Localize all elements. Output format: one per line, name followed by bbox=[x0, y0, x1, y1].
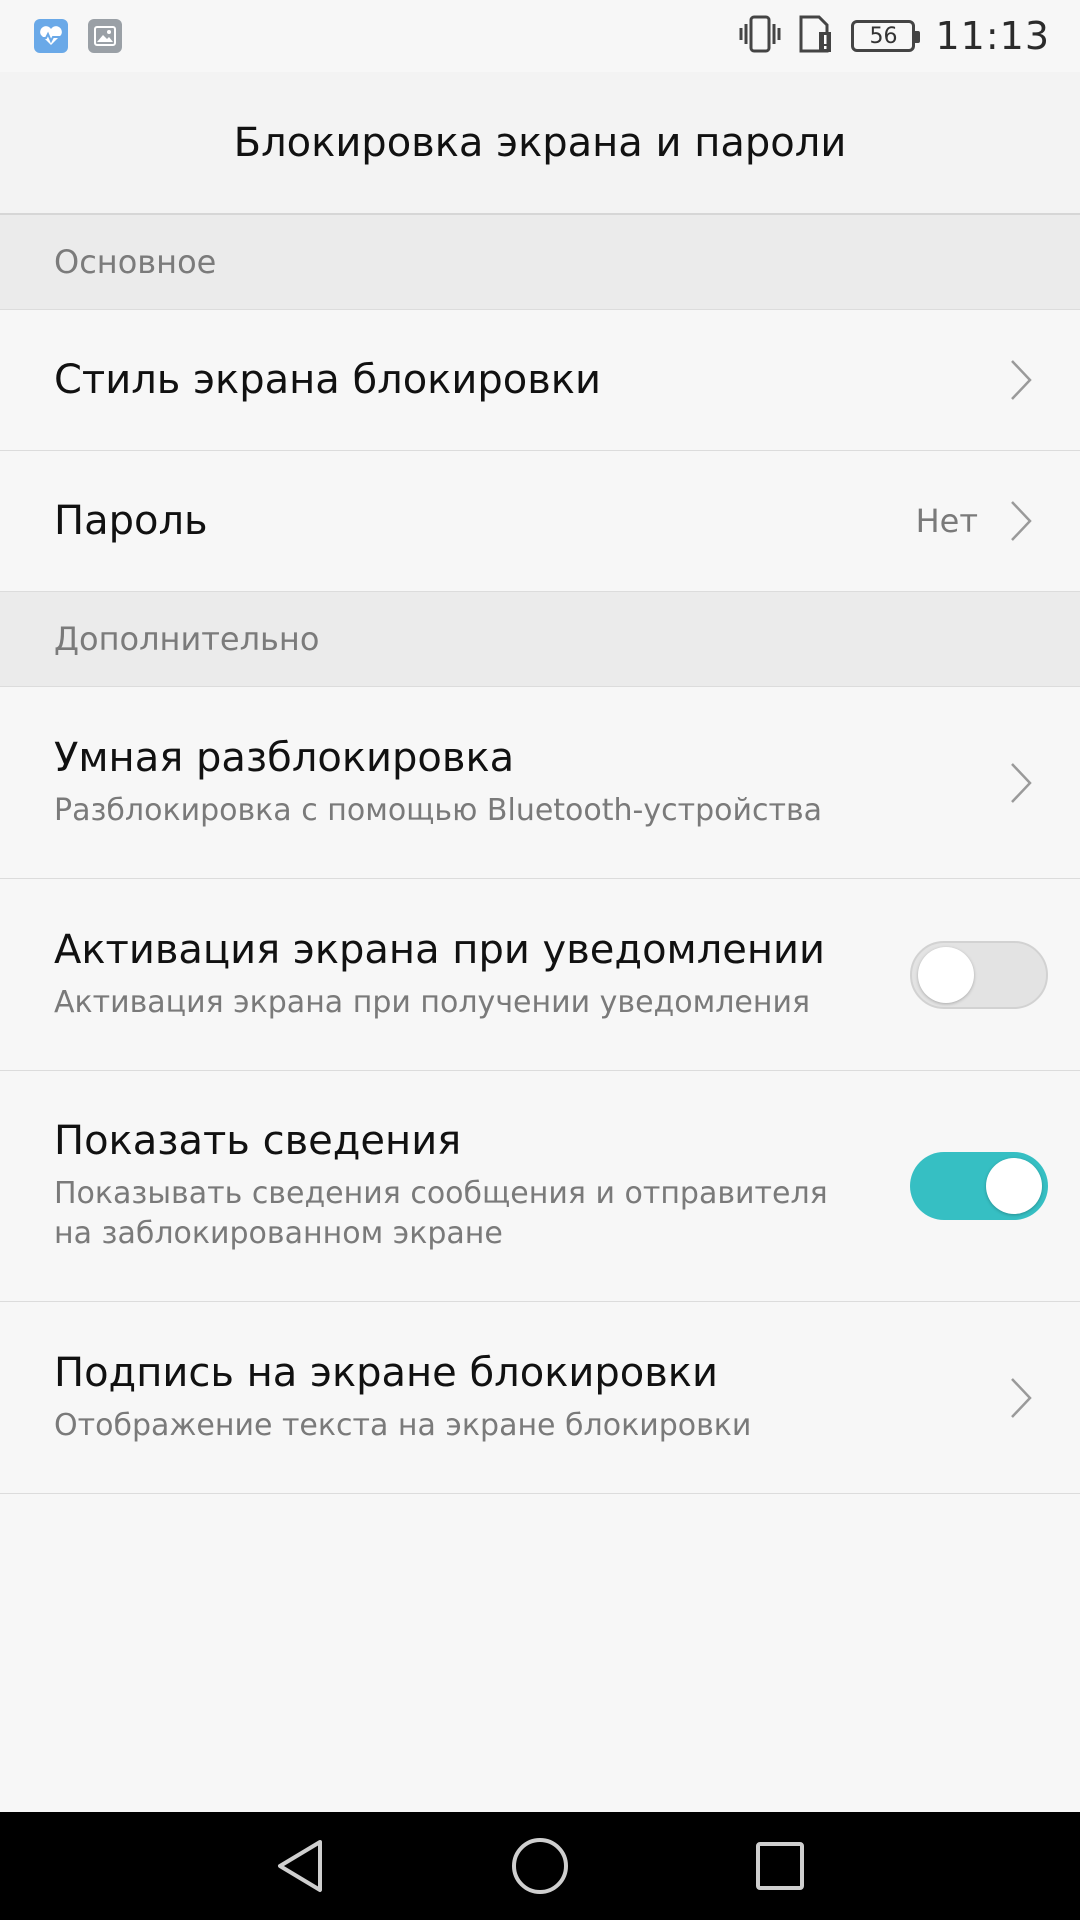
setting-texts: Стиль экрана блокировки bbox=[54, 357, 1006, 403]
setting-smart-unlock[interactable]: Умная разблокировка Разблокировка с помо… bbox=[0, 687, 1080, 879]
status-bar: 56 11:13 bbox=[0, 0, 1080, 72]
setting-texts: Показать сведения Показывать сведения со… bbox=[54, 1118, 910, 1254]
setting-lock-screen-style[interactable]: Стиль экрана блокировки bbox=[0, 310, 1080, 451]
show-details-toggle[interactable] bbox=[910, 1152, 1048, 1220]
settings-list: Основное Стиль экрана блокировки Пароль … bbox=[0, 215, 1080, 1494]
section-header-label: Дополнительно bbox=[54, 620, 320, 658]
health-app-icon bbox=[34, 19, 68, 53]
battery-indicator: 56 bbox=[851, 20, 921, 52]
setting-texts: Подпись на экране блокировки Отображение… bbox=[54, 1350, 1006, 1446]
setting-title: Подпись на экране блокировки bbox=[54, 1349, 718, 1396]
setting-title: Умная разблокировка bbox=[54, 734, 515, 781]
back-icon[interactable] bbox=[245, 1812, 355, 1920]
setting-title: Пароль bbox=[54, 498, 208, 544]
section-header-advanced: Дополнительно bbox=[0, 592, 1080, 687]
setting-subtitle: Активация экрана при получении уведомлен… bbox=[54, 984, 811, 1020]
gallery-icon bbox=[88, 19, 122, 53]
section-header-basic: Основное bbox=[0, 215, 1080, 310]
chevron-right-icon bbox=[1006, 356, 1036, 404]
setting-texts: Активация экрана при уведомлении Активац… bbox=[54, 927, 910, 1023]
setting-show-details: Показать сведения Показывать сведения со… bbox=[0, 1071, 1080, 1302]
recents-icon[interactable] bbox=[725, 1812, 835, 1920]
chevron-right-icon bbox=[1006, 1374, 1036, 1422]
setting-texts: Умная разблокировка Разблокировка с помо… bbox=[54, 735, 1006, 831]
battery-level: 56 bbox=[869, 23, 898, 49]
setting-title: Стиль экрана блокировки bbox=[54, 357, 601, 403]
setting-password[interactable]: Пароль Нет bbox=[0, 451, 1080, 592]
section-header-label: Основное bbox=[54, 243, 217, 281]
navigation-bar bbox=[0, 1812, 1080, 1920]
settings-screen: 56 11:13 Блокировка экрана и пароли Осно… bbox=[0, 0, 1080, 1920]
home-icon[interactable] bbox=[485, 1812, 595, 1920]
sim-alert-icon bbox=[797, 14, 835, 58]
toggle-knob bbox=[986, 1158, 1042, 1214]
wake-on-notification-toggle[interactable] bbox=[910, 940, 1048, 1009]
notification-icons bbox=[34, 19, 122, 53]
chevron-right-icon bbox=[1006, 759, 1036, 807]
chevron-right-icon bbox=[1006, 497, 1036, 545]
setting-lock-screen-signature[interactable]: Подпись на экране блокировки Отображение… bbox=[0, 1302, 1080, 1494]
setting-subtitle: Разблокировка с помощью Bluetooth-устрой… bbox=[54, 792, 823, 828]
app-bar: Блокировка экрана и пароли bbox=[0, 72, 1080, 215]
setting-title: Показать сведения bbox=[54, 1118, 462, 1164]
page-title: Блокировка экрана и пароли bbox=[233, 119, 847, 166]
setting-value: Нет bbox=[915, 502, 978, 540]
setting-subtitle: Отображение текста на экране блокировки bbox=[54, 1407, 752, 1443]
toggle-knob bbox=[918, 946, 974, 1003]
system-status: 56 11:13 bbox=[739, 14, 1050, 58]
setting-title: Активация экрана при уведомлении bbox=[54, 926, 826, 973]
setting-subtitle: Показывать сведения сообщения и отправит… bbox=[54, 1176, 828, 1251]
clock: 11:13 bbox=[935, 14, 1050, 58]
vibrate-icon bbox=[739, 14, 781, 58]
setting-texts: Пароль bbox=[54, 498, 916, 544]
setting-wake-on-notification: Активация экрана при уведомлении Активац… bbox=[0, 879, 1080, 1071]
